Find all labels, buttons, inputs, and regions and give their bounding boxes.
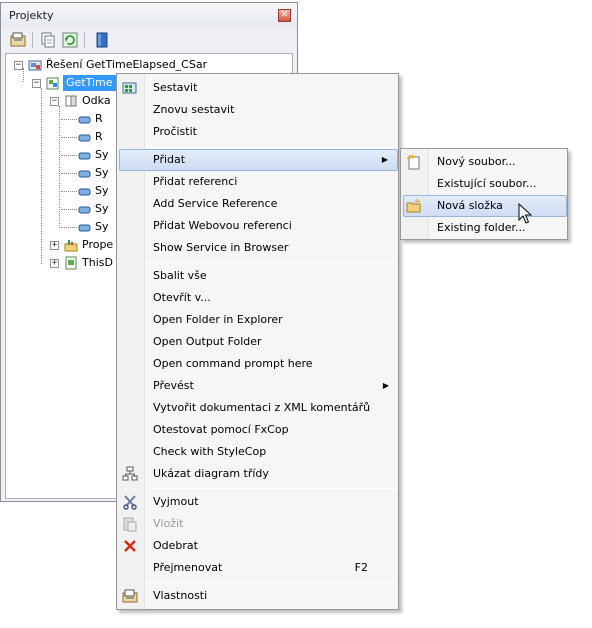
menu-separator: [147, 262, 396, 263]
new-file-icon: [406, 154, 422, 170]
menu-item-check-stylecop[interactable]: Check with StyleCop: [119, 441, 398, 463]
references-label: Odka: [82, 94, 111, 107]
menu-item-remove[interactable]: Odebrat: [119, 535, 398, 557]
view-class-diagram-icon[interactable]: [93, 31, 111, 49]
assembly-icon: [78, 222, 92, 236]
paste-icon: [122, 516, 138, 532]
toolbar-separator: [32, 32, 33, 48]
cut-icon: [122, 494, 138, 510]
menu-item-add-service-reference[interactable]: Add Service Reference: [119, 193, 398, 215]
project-icon: [46, 76, 60, 90]
class-diagram-icon: [122, 466, 138, 482]
menu-item-add[interactable]: Přidat ▶: [119, 149, 398, 171]
shortcut-label: F2: [354, 561, 368, 574]
properties-label: Prope: [82, 238, 114, 251]
delete-icon: [122, 538, 138, 554]
collapse-icon[interactable]: −: [50, 97, 59, 106]
menu-item-build[interactable]: Sestavit: [119, 77, 398, 99]
references-icon: [64, 94, 78, 108]
collapse-icon[interactable]: −: [14, 61, 23, 70]
panel-title: Projekty: [1, 3, 297, 27]
menu-item-existing-folder[interactable]: Existing folder...: [403, 217, 567, 239]
properties-icon: [122, 588, 138, 604]
menu-item-rename[interactable]: Přejmenovat F2: [119, 557, 398, 579]
menu-item-generate-xml-docs[interactable]: Vytvořit dokumentaci z XML komentářů: [119, 397, 398, 419]
collapse-icon[interactable]: −: [32, 79, 41, 88]
project-label: GetTime: [63, 75, 116, 91]
tree-line: [23, 68, 24, 82]
menu-separator: [147, 147, 396, 148]
menu-item-add-web-reference[interactable]: Přidat Webovou referenci: [119, 215, 398, 237]
menu-item-properties[interactable]: Vlastnosti: [119, 585, 398, 607]
assembly-icon: [78, 114, 92, 128]
show-all-files-icon[interactable]: [39, 31, 57, 49]
menu-item-new-file[interactable]: Nový soubor...: [403, 151, 567, 173]
expand-icon[interactable]: +: [50, 259, 59, 268]
add-submenu: Nový soubor... Existující soubor... Nová…: [400, 148, 568, 240]
menu-item-open-in[interactable]: Otevřít v...: [119, 287, 398, 309]
new-folder-icon: [406, 198, 422, 214]
thisdocument-label: ThisD: [82, 256, 113, 269]
panel-title-text: Projekty: [9, 9, 54, 22]
mouse-cursor-icon: [518, 202, 533, 225]
menu-item-rebuild[interactable]: Znovu sestavit: [119, 99, 398, 121]
tree-line: [59, 106, 60, 228]
menu-item-run-fxcop[interactable]: Otestovat pomocí FxCop: [119, 419, 398, 441]
menu-item-new-folder[interactable]: Nová složka: [403, 195, 567, 217]
submenu-arrow-icon: ▶: [382, 381, 389, 390]
menu-item-cut[interactable]: Vyjmout: [119, 491, 398, 513]
context-menu: Sestavit Znovu sestavit Pročistit Přidat…: [116, 73, 399, 610]
menu-item-paste[interactable]: Vložit: [119, 513, 398, 535]
assembly-icon: [78, 204, 92, 218]
solution-icon: [28, 58, 42, 72]
menu-item-existing-file[interactable]: Existující soubor...: [403, 173, 567, 195]
expand-icon[interactable]: +: [50, 241, 59, 250]
properties-icon[interactable]: [9, 31, 27, 49]
assembly-icon: [78, 168, 92, 182]
menu-separator: [147, 582, 396, 583]
build-icon: [122, 80, 138, 96]
panel-toolbar: [1, 27, 297, 53]
assembly-icon: [78, 150, 92, 164]
menu-item-open-command-prompt[interactable]: Open command prompt here: [119, 353, 398, 375]
close-icon[interactable]: ✕: [278, 9, 291, 22]
tree-line: [41, 88, 42, 264]
toolbar-separator: [84, 32, 85, 48]
solution-label: Řešení GetTimeElapsed_CSar: [46, 58, 208, 71]
menu-separator: [147, 488, 396, 489]
menu-item-open-folder-in-explorer[interactable]: Open Folder in Explorer: [119, 309, 398, 331]
properties-folder-icon: [64, 238, 78, 252]
menu-item-view-class-diagram[interactable]: Ukázat diagram třídy: [119, 463, 398, 485]
menu-item-collapse-all[interactable]: Sbalit vše: [119, 265, 398, 287]
menu-item-show-service-in-browser[interactable]: Show Service in Browser: [119, 237, 398, 259]
submenu-arrow-icon: ▶: [381, 155, 388, 164]
refresh-icon[interactable]: [61, 31, 79, 49]
menu-item-open-output-folder[interactable]: Open Output Folder: [119, 331, 398, 353]
menu-item-clean[interactable]: Pročistit: [119, 121, 398, 143]
menu-item-add-reference[interactable]: Přidat referenci: [119, 171, 398, 193]
document-icon: [64, 256, 78, 270]
assembly-icon: [78, 186, 92, 200]
menu-item-convert[interactable]: Převést ▶: [119, 375, 398, 397]
assembly-icon: [78, 132, 92, 146]
